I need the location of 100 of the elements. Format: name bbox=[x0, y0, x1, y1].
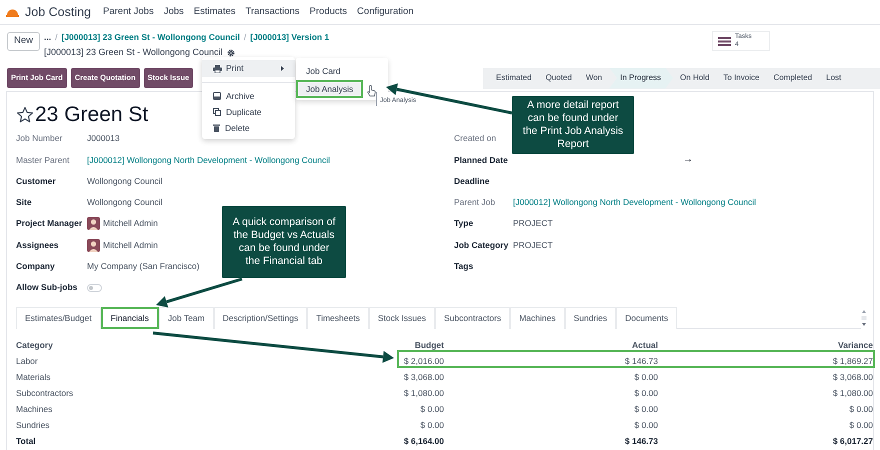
scroll-arrows-icon[interactable] bbox=[861, 308, 867, 328]
table-cell-text: $ 0.00 bbox=[848, 418, 873, 432]
stage-button[interactable]: Estimated bbox=[489, 68, 539, 88]
menu-item[interactable]: Duplicate bbox=[202, 104, 295, 120]
tab[interactable]: Description/Settings bbox=[214, 307, 308, 329]
tab[interactable]: Machines bbox=[510, 307, 565, 329]
column-header: Variance bbox=[837, 338, 873, 352]
star-icon[interactable] bbox=[16, 106, 34, 124]
field-value: Wollongong Council bbox=[87, 174, 162, 188]
table-cell-text: $ 6,164.00 bbox=[402, 434, 444, 448]
stage-button[interactable]: On Hold bbox=[673, 68, 716, 88]
callout: A quick comparison of the Budget vs Actuals can be found under the Financial tab bbox=[222, 206, 346, 278]
table-cell-text: Labor bbox=[16, 354, 39, 368]
field-value: PROJECT bbox=[513, 217, 553, 230]
field-label: Company bbox=[16, 260, 56, 273]
field-label: Tags bbox=[454, 260, 474, 273]
record-breadcrumb: [J000013] 23 Green St - Wollongong Council bbox=[44, 46, 222, 59]
field-value: Mitchell Admin bbox=[103, 238, 158, 252]
new-button[interactable]: New bbox=[7, 32, 40, 51]
callout: A more detail report can be found under the Print Job Analysis Report bbox=[512, 96, 634, 154]
stage-button[interactable]: Quoted bbox=[538, 68, 579, 88]
table-cell-text: Subcontractors bbox=[16, 386, 74, 400]
more-button[interactable]: ... bbox=[44, 31, 52, 44]
stage-button[interactable]: Lost bbox=[819, 68, 848, 88]
submenu-item[interactable]: Job Analysis bbox=[296, 80, 364, 98]
field-label: Master Parent bbox=[16, 154, 70, 166]
field-label: Created on bbox=[454, 132, 498, 146]
field-label: Assignees bbox=[16, 238, 60, 252]
field-value: My Company (San Francisco) bbox=[87, 260, 200, 273]
tab[interactable]: Timesheets bbox=[307, 307, 369, 329]
menu-item[interactable]: Products bbox=[310, 4, 348, 20]
menu-item[interactable]: Jobs bbox=[164, 4, 184, 20]
trash-icon bbox=[213, 124, 220, 132]
field-label: Planned Date bbox=[454, 154, 509, 166]
stage-button[interactable]: To Invoice bbox=[716, 68, 766, 88]
tab[interactable]: Stock Issues bbox=[368, 307, 436, 329]
menu-item[interactable]: Configuration bbox=[357, 4, 414, 20]
table-cell-text: $ 146.73 bbox=[624, 434, 658, 448]
field-value: J000013 bbox=[87, 132, 120, 146]
table-cell-text: $ 0.00 bbox=[848, 402, 873, 416]
field-link[interactable]: [J000012] Wollongong North Development - Wollongong Council bbox=[513, 196, 756, 209]
stage-button[interactable]: Won bbox=[578, 68, 610, 88]
tab[interactable]: Estimates/Budget bbox=[16, 307, 101, 329]
field-label: Type bbox=[454, 217, 474, 230]
field-label: Deadline bbox=[454, 174, 490, 188]
table-cell-text: Sundries bbox=[16, 418, 51, 432]
copy-icon bbox=[213, 108, 221, 116]
tab[interactable]: Job Team bbox=[158, 307, 214, 329]
menu-item[interactable]: Delete bbox=[202, 120, 295, 136]
stage-button[interactable]: In Progress bbox=[609, 68, 674, 88]
field-label: Parent Job bbox=[454, 196, 496, 209]
tab[interactable]: Sundries bbox=[564, 307, 616, 329]
record-title: 23 Green St bbox=[35, 102, 148, 128]
table-cell-text: $ 1,080.00 bbox=[402, 386, 444, 400]
table-cell-text: Total bbox=[16, 434, 37, 448]
table-cell-text: Machines bbox=[16, 402, 54, 416]
list-icon bbox=[718, 36, 731, 46]
column-header: Actual bbox=[631, 338, 658, 352]
table-cell-text: $ 0.00 bbox=[633, 386, 658, 400]
field-label: Project Manager bbox=[16, 217, 84, 230]
breadcrumb-separator: / bbox=[55, 31, 58, 44]
field-label: Allow Sub-jobs bbox=[16, 281, 78, 294]
table-cell-text: $ 2,016.00 bbox=[402, 354, 444, 368]
app-title[interactable]: Job Costing bbox=[25, 2, 92, 22]
menu-item[interactable]: Transactions bbox=[246, 4, 300, 20]
hand-cursor-icon bbox=[367, 85, 376, 97]
tab[interactable]: Financials bbox=[100, 307, 159, 329]
table-cell-text: $ 3,068.00 bbox=[832, 370, 873, 384]
table-cell-text: $ 0.00 bbox=[419, 402, 444, 416]
breadcrumb-separator: / bbox=[244, 31, 246, 44]
field-label: Job Number bbox=[16, 132, 64, 146]
field-label: Site bbox=[16, 196, 33, 209]
toggle-switch[interactable] bbox=[87, 284, 102, 292]
table-cell-text: $ 6,017.27 bbox=[832, 434, 873, 448]
field-label: Customer bbox=[16, 174, 57, 188]
tab[interactable]: Subcontractors bbox=[435, 307, 510, 329]
menu-item[interactable]: Parent Jobs bbox=[103, 4, 154, 20]
field-value: Wollongong Council bbox=[87, 196, 162, 209]
tab[interactable]: Documents bbox=[616, 307, 678, 329]
app-logo-icon[interactable] bbox=[6, 7, 19, 17]
settings-icon[interactable] bbox=[227, 48, 236, 56]
breadcrumb-link[interactable]: [J000013] 23 Green St - Wollongong Council bbox=[61, 31, 240, 44]
table-cell-text: $ 0.00 bbox=[633, 402, 658, 416]
breadcrumb-link[interactable]: [J000013] Version 1 bbox=[250, 31, 330, 44]
menu-item[interactable]: Archive bbox=[202, 88, 295, 104]
stage-button[interactable]: Completed bbox=[766, 68, 820, 88]
column-header: Budget bbox=[414, 338, 444, 352]
menu-item[interactable]: Print bbox=[202, 60, 295, 77]
inbox-icon bbox=[213, 92, 221, 100]
field-value: Mitchell Admin bbox=[103, 217, 158, 230]
caret-icon bbox=[281, 66, 284, 71]
avatar bbox=[87, 217, 100, 230]
date-range-arrow: → bbox=[683, 153, 693, 168]
field-link[interactable]: [J000012] Wollongong North Development - Wollongong Council bbox=[87, 154, 330, 166]
menu-item[interactable]: Estimates bbox=[194, 4, 236, 20]
table-cell-text: $ 0.00 bbox=[633, 370, 658, 384]
submenu-item[interactable]: Job Card bbox=[296, 62, 350, 80]
table-cell-text: $ 0.00 bbox=[419, 418, 444, 432]
print-icon bbox=[213, 64, 222, 72]
table-cell-text: Materials bbox=[16, 370, 52, 384]
